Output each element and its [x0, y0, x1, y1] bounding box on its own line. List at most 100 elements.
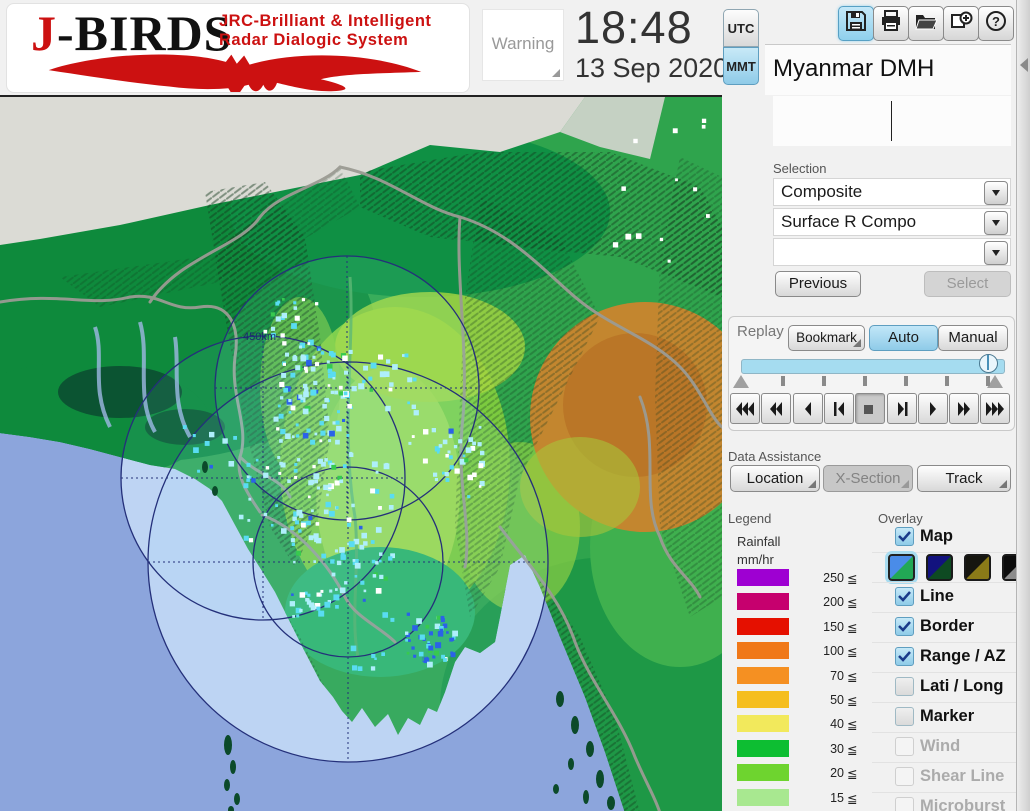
utc-button[interactable]: UTC: [723, 9, 759, 47]
clock-time: 18:48: [575, 2, 693, 53]
overlay-item-label: Marker: [920, 707, 975, 725]
legend-value: 200: [823, 595, 844, 610]
fast-forward-3-icon: [986, 401, 1005, 416]
open-folder-button[interactable]: [908, 6, 944, 41]
xsection-button[interactable]: X-Section: [823, 465, 913, 492]
replay-group: Replay Bookmark Auto Manual: [728, 316, 1015, 431]
legend-color-swatch: [737, 569, 789, 586]
legend-color-swatch: [737, 666, 789, 684]
slider-tick: [863, 376, 867, 386]
rewind-icon: [804, 401, 811, 416]
fast-forward-button[interactable]: [949, 393, 980, 424]
range-ring-label: 450km: [243, 331, 276, 343]
rewind-button[interactable]: [792, 393, 823, 424]
stop-icon: [864, 404, 874, 414]
step-forward-icon: [897, 401, 907, 416]
overlay-list: Map Line Border Range / AZ Lati / Long Marker…: [872, 523, 1029, 811]
map-style-color-button[interactable]: [888, 554, 915, 581]
chevron-down-icon[interactable]: [984, 241, 1008, 265]
lati-long-checkbox[interactable]: [895, 677, 914, 696]
jbirds-logo: J-BIRDS JRC-Brilliant & Intelligent Rada…: [6, 3, 470, 93]
fast-rewind-3-button[interactable]: [730, 393, 760, 424]
legend-value: 15: [830, 790, 844, 805]
product-dropdown-value: Surface R Compo: [781, 212, 917, 231]
fast-rewind-3-icon: [736, 401, 754, 416]
corner-menu-icon: [853, 339, 861, 347]
play-button[interactable]: [917, 393, 948, 424]
control-panel: Selection Composite Surface R Compo Prev…: [722, 95, 1029, 811]
text-caret: [891, 101, 892, 141]
location-button[interactable]: Location: [730, 465, 820, 492]
play-icon: [929, 401, 936, 416]
warning-selector[interactable]: Warning: [482, 9, 564, 81]
overlay-row-map: Map: [872, 523, 1016, 552]
map-style-olive-button[interactable]: [964, 554, 991, 581]
add-image-button[interactable]: [943, 6, 979, 41]
overlay-item-label: Range / AZ: [920, 647, 1006, 665]
step-forward-button[interactable]: [886, 393, 917, 424]
line-checkbox[interactable]: [895, 587, 914, 606]
step-back-icon: [833, 401, 844, 416]
overlay-item-label: Microburst: [920, 797, 1006, 811]
overlay-row-shear-line: Shear Line: [872, 762, 1016, 792]
marker-checkbox[interactable]: [895, 707, 914, 726]
legend-value: 40: [830, 717, 844, 732]
map-checkbox[interactable]: [895, 527, 914, 546]
mmt-button[interactable]: MMT: [723, 47, 759, 85]
replay-slider-track[interactable]: [741, 359, 1005, 374]
track-button[interactable]: Track: [917, 465, 1011, 492]
status-display-box[interactable]: [773, 96, 1011, 146]
legend-value: 100: [823, 644, 844, 659]
station-panel: Myanmar DMH: [765, 44, 1011, 95]
category-dropdown[interactable]: Composite: [773, 178, 1011, 206]
overlay-row-lati-long: Lati / Long: [872, 672, 1016, 702]
select-button[interactable]: Select: [924, 271, 1011, 297]
legend-suffix: ≦: [847, 596, 858, 611]
overlay-row-border: Border: [872, 612, 1016, 642]
chevron-down-icon[interactable]: [984, 211, 1008, 235]
overlay-item-label: Lati / Long: [920, 677, 1004, 695]
product-dropdown[interactable]: Surface R Compo: [773, 208, 1011, 236]
logo-subtitle: JRC-Brilliant & Intelligent Radar Dialog…: [219, 12, 432, 49]
jbirds-app: J-BIRDS JRC-Brilliant & Intelligent Rada…: [0, 0, 1030, 811]
overlay-row-range-az: Range / AZ: [872, 642, 1016, 672]
map-style-dark-blue-button[interactable]: [926, 554, 953, 581]
legend-value: 20: [830, 766, 844, 781]
legend-suffix: ≦: [847, 767, 858, 782]
chevron-down-icon[interactable]: [984, 181, 1008, 205]
range-az-checkbox[interactable]: [895, 647, 914, 666]
save-button[interactable]: [838, 6, 874, 41]
legend-suffix: ≦: [847, 620, 858, 635]
overlay-row-marker: Marker: [872, 702, 1016, 732]
auto-button[interactable]: Auto: [869, 325, 938, 351]
step-back-button[interactable]: [823, 393, 854, 424]
previous-button[interactable]: Previous: [775, 271, 861, 297]
stop-button[interactable]: [855, 393, 886, 424]
fast-rewind-button[interactable]: [761, 393, 792, 424]
print-button[interactable]: [873, 6, 909, 41]
legend-color-swatch: [737, 788, 789, 806]
eagle-logo-icon: [48, 54, 422, 92]
radar-map[interactable]: 450km: [0, 95, 724, 811]
legend-suffix: ≦: [847, 694, 858, 708]
warning-label: Warning: [491, 34, 555, 53]
manual-button[interactable]: Manual: [938, 325, 1008, 351]
slider-start-marker[interactable]: [733, 375, 749, 388]
legend-suffix: ≦: [847, 742, 858, 757]
help-button[interactable]: ?: [978, 6, 1014, 41]
panel-collapse-strip[interactable]: [1016, 0, 1030, 811]
legend-color-swatch: [737, 593, 789, 611]
legend-value: 70: [830, 668, 844, 683]
fast-forward-3-button[interactable]: [980, 393, 1011, 424]
replay-slider-handle[interactable]: [979, 354, 998, 373]
corner-menu-icon: [901, 480, 909, 488]
border-checkbox[interactable]: [895, 617, 914, 636]
legend-value: 250: [823, 571, 844, 585]
microburst-checkbox: [895, 797, 914, 811]
bookmark-button[interactable]: Bookmark: [788, 325, 865, 351]
data-assistance-label: Data Assistance: [728, 449, 822, 464]
legend-label: Legend: [728, 511, 772, 526]
legend-suffix: ≦: [847, 791, 858, 806]
category-dropdown-value: Composite: [781, 182, 863, 201]
option-dropdown[interactable]: [773, 238, 1011, 266]
